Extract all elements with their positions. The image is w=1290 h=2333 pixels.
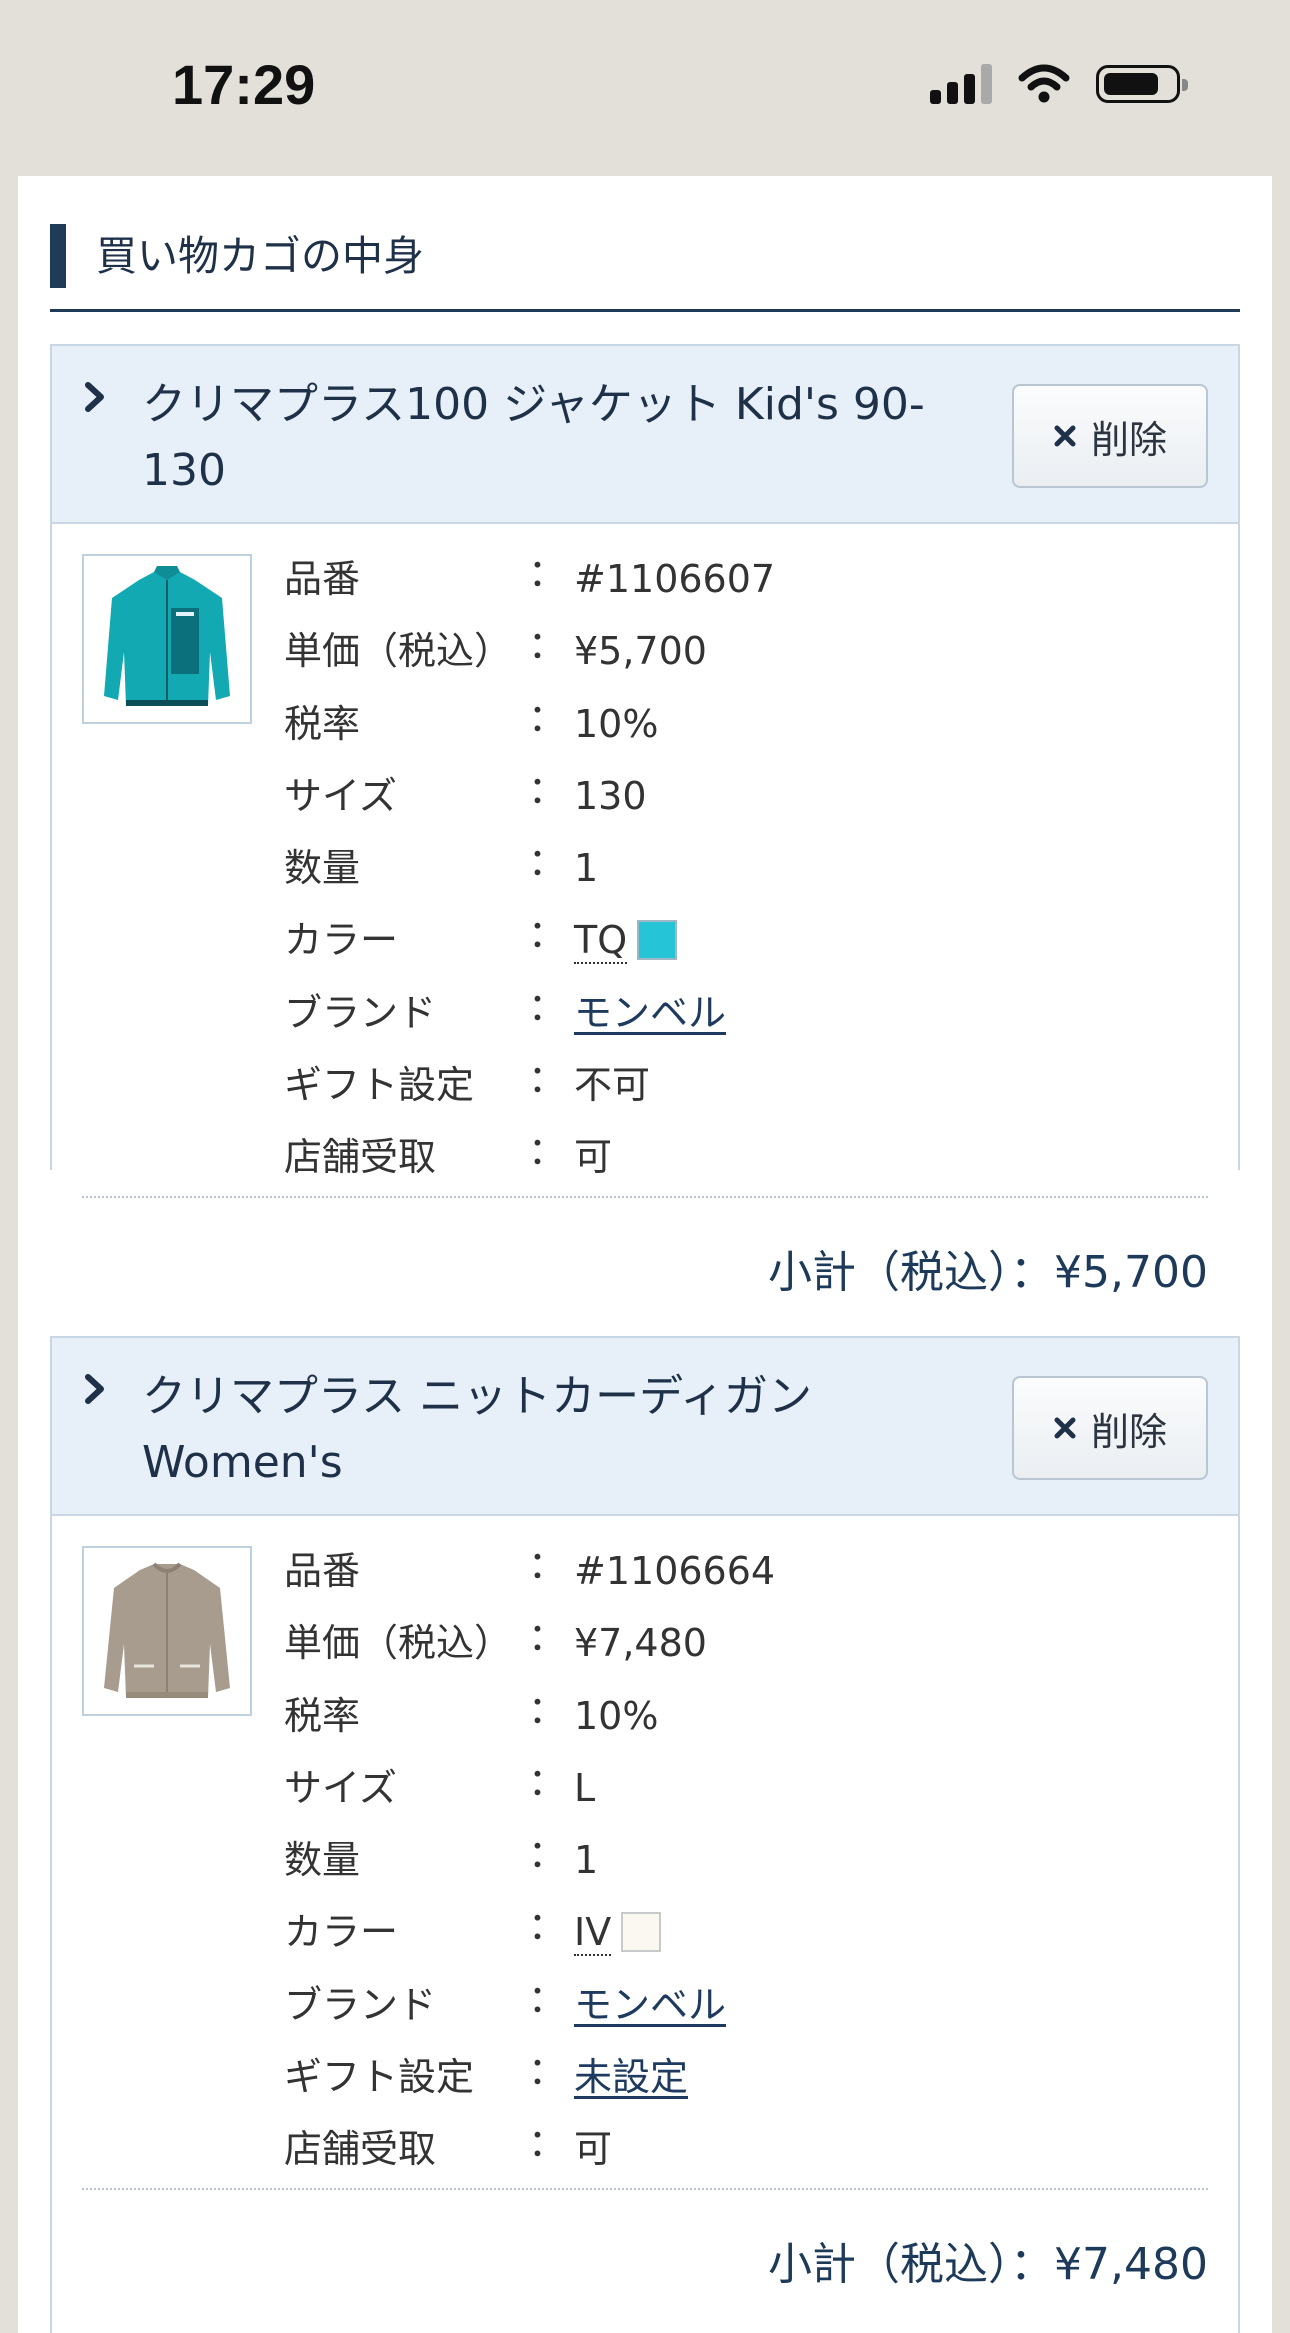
color-value: TQ xyxy=(574,913,678,967)
colon: ： xyxy=(528,1129,567,1174)
colon: ： xyxy=(528,1976,567,2021)
dotted-divider xyxy=(82,1196,1208,1198)
colon: ： xyxy=(528,1057,567,1102)
label-part-no: 品番 xyxy=(284,557,361,601)
label-store-pickup: 店舗受取 xyxy=(284,2127,437,2172)
tax-rate: 10% xyxy=(574,1693,659,1738)
dotted-divider xyxy=(82,2188,1208,2190)
cart-item-header: クリマプラス ニットカーディガン Women's 削除 xyxy=(52,1336,1238,1516)
chevron-right-icon xyxy=(85,1374,104,1404)
quantity-value: 1 xyxy=(574,846,599,891)
color-swatch xyxy=(637,919,678,960)
part-number: #1106664 xyxy=(574,1549,776,1593)
product-thumbnail[interactable] xyxy=(82,554,252,724)
jacket-image xyxy=(104,566,230,706)
brand-value: モンベル xyxy=(574,1978,726,2032)
colon: ： xyxy=(528,984,567,1029)
colon: ： xyxy=(528,2049,567,2094)
subtotal: 小計（税込）：¥5,700 xyxy=(768,1247,1208,1298)
label-color: カラー xyxy=(284,918,399,963)
colon: ： xyxy=(528,1615,567,1660)
status-bar: 17:29 xyxy=(0,0,1290,176)
size-value: L xyxy=(574,1765,596,1810)
brand-value: モンベル xyxy=(574,986,726,1040)
cart-item-header: クリマプラス100 ジャケット Kid's 90-130 削除 xyxy=(52,344,1238,524)
delete-label: 削除 xyxy=(1090,1409,1167,1454)
product-name-link[interactable]: クリマプラス100 ジャケット Kid's 90-130 xyxy=(142,372,972,504)
label-quantity: 数量 xyxy=(284,846,361,891)
label-unit-price: 単価（税込） xyxy=(284,1621,513,1666)
size-value: 130 xyxy=(574,773,647,818)
delete-button[interactable]: 削除 xyxy=(1012,1376,1208,1480)
colon: ： xyxy=(528,767,567,812)
chevron-right-icon xyxy=(85,382,104,412)
colon: ： xyxy=(528,1543,567,1587)
signal-icon xyxy=(930,64,992,104)
delete-label: 削除 xyxy=(1090,417,1167,462)
colon: ： xyxy=(528,623,567,668)
status-icons xyxy=(930,64,1188,104)
color-code[interactable]: TQ xyxy=(574,918,628,965)
label-size: サイズ xyxy=(284,1765,397,1810)
colon: ： xyxy=(528,1759,567,1804)
label-brand: ブランド xyxy=(284,1982,437,2027)
page-title: 買い物カゴの中身 xyxy=(96,232,424,280)
close-icon xyxy=(1054,425,1076,447)
tax-rate: 10% xyxy=(574,701,659,746)
label-size: サイズ xyxy=(284,773,397,818)
cart-item: クリマプラス ニットカーディガン Women's 削除 品番：#1106664 xyxy=(50,1336,1240,2333)
label-tax-rate: 税率 xyxy=(284,701,361,746)
heading-accent-bar xyxy=(50,224,66,288)
brand-link[interactable]: モンベル xyxy=(574,1983,726,2027)
subtotal: 小計（税込）：¥7,480 xyxy=(768,2239,1208,2290)
gift-value: 不可 xyxy=(574,1063,651,1108)
delete-button[interactable]: 削除 xyxy=(1012,384,1208,488)
unit-price: ¥5,700 xyxy=(574,629,707,674)
product-name-link[interactable]: クリマプラス ニットカーディガン Women's xyxy=(142,1364,972,1496)
cardigan-image xyxy=(104,1562,230,1698)
color-value: IV xyxy=(574,1905,662,1959)
label-brand: ブランド xyxy=(284,990,437,1035)
store-pickup-value: 可 xyxy=(574,2127,613,2172)
status-time: 17:29 xyxy=(172,53,316,116)
cart-item: クリマプラス100 ジャケット Kid's 90-130 削除 品番： #1106… xyxy=(50,344,1240,1298)
part-number: #1106607 xyxy=(574,557,776,601)
colon: ： xyxy=(528,840,567,885)
section-heading: 買い物カゴの中身 xyxy=(50,224,1240,312)
color-swatch xyxy=(621,1911,662,1952)
product-thumbnail[interactable] xyxy=(82,1546,252,1716)
label-color: カラー xyxy=(284,1910,399,1955)
colon: ： xyxy=(528,695,567,740)
battery-icon xyxy=(1096,65,1188,103)
colon: ： xyxy=(528,1904,567,1949)
colon: ： xyxy=(528,1832,567,1877)
colon: ： xyxy=(528,1687,567,1732)
label-gift: ギフト設定 xyxy=(284,2055,475,2100)
label-store-pickup: 店舗受取 xyxy=(284,1135,437,1180)
color-code[interactable]: IV xyxy=(574,1910,612,1957)
label-quantity: 数量 xyxy=(284,1838,361,1883)
colon: ： xyxy=(528,2121,567,2166)
quantity-value: 1 xyxy=(574,1838,599,1883)
colon: ： xyxy=(528,912,567,957)
wifi-icon xyxy=(1018,64,1070,103)
label-gift: ギフト設定 xyxy=(284,1063,475,1108)
gift-value: 未設定 xyxy=(574,2050,688,2104)
gift-setting-link[interactable]: 未設定 xyxy=(574,2055,688,2099)
page-content: 買い物カゴの中身 クリマプラス100 ジャケット Kid's 90-130 削除 xyxy=(18,176,1272,2333)
label-part-no: 品番 xyxy=(284,1549,361,1593)
colon: ： xyxy=(528,551,567,595)
unit-price: ¥7,480 xyxy=(574,1621,707,1666)
label-unit-price: 単価（税込） xyxy=(284,629,513,674)
brand-link[interactable]: モンベル xyxy=(574,991,726,1035)
close-icon xyxy=(1054,1417,1076,1439)
label-tax-rate: 税率 xyxy=(284,1693,361,1738)
store-pickup-value: 可 xyxy=(574,1135,613,1180)
